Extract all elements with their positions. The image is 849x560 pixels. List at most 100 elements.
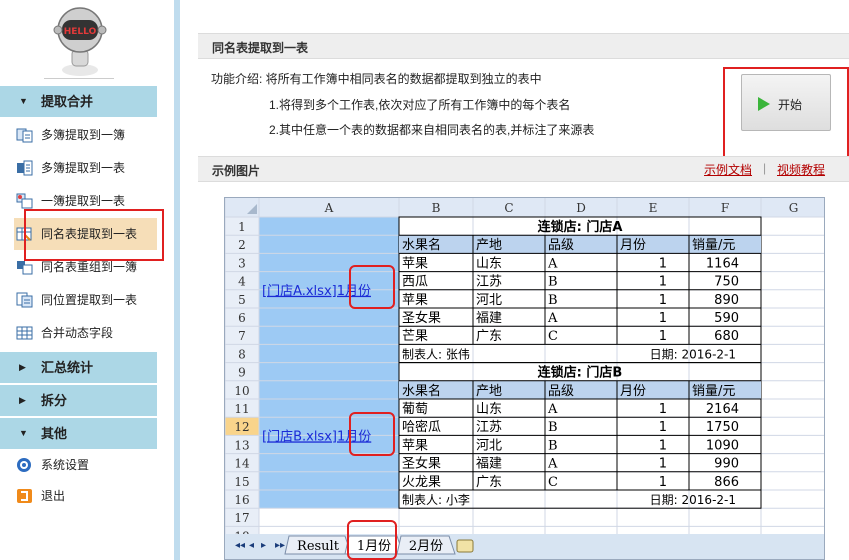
group-split[interactable]: ▶ 拆分 bbox=[0, 385, 157, 416]
table-cell: B bbox=[548, 438, 558, 453]
table-cell: 西瓜 bbox=[402, 275, 428, 290]
table-title: 连锁店: 门店A bbox=[538, 219, 623, 235]
row-number: 15 bbox=[234, 475, 249, 489]
page-title: 同名表提取到一表 bbox=[212, 41, 309, 55]
table-header-cell: 品级 bbox=[548, 384, 574, 399]
table-cell: 1090 bbox=[706, 438, 739, 453]
table-cell: 广东 bbox=[476, 475, 502, 490]
workbook-to-sheet-icon bbox=[16, 193, 33, 209]
sidebar-item-workbooks-to-workbook[interactable]: 多簿提取到一簿 bbox=[0, 119, 157, 151]
column-header: D bbox=[576, 201, 586, 215]
highlight-tab-jan bbox=[347, 520, 397, 560]
table-title: 连锁店: 门店B bbox=[538, 365, 623, 381]
table-cell: 2164 bbox=[706, 402, 739, 417]
column-header-bar bbox=[225, 198, 824, 217]
sidebar-item-same-position[interactable]: 同位置提取到一表 bbox=[0, 284, 157, 316]
chevron-right-icon: ▶ bbox=[19, 362, 26, 372]
row-number: 16 bbox=[234, 493, 249, 507]
table-footer-maker: 制表人: 小李 bbox=[402, 492, 470, 507]
row-number: 17 bbox=[234, 511, 249, 525]
example-spreadsheet-image: ABCDEFG123456789101112131415161718连锁店: 门… bbox=[224, 197, 825, 560]
row-number: 2 bbox=[238, 238, 246, 252]
row-number: 6 bbox=[238, 311, 246, 325]
sidebar-item-merge-fields[interactable]: 合并动态字段 bbox=[0, 317, 157, 349]
column-header: B bbox=[432, 201, 441, 215]
sidebar-item-label: 同位置提取到一表 bbox=[41, 293, 138, 307]
table-cell: A bbox=[547, 311, 558, 326]
table-footer-maker: 制表人: 张伟 bbox=[402, 347, 470, 361]
row-number: 8 bbox=[238, 347, 246, 361]
table-cell: C bbox=[548, 329, 558, 344]
table-cell: 葡萄 bbox=[402, 402, 428, 417]
table-cell: 1 bbox=[659, 402, 667, 417]
table-header-cell: 销量/元 bbox=[692, 238, 735, 253]
sidebar-item-workbooks-to-sheet[interactable]: 多簿提取到一表 bbox=[0, 152, 157, 184]
chevron-down-icon: ▼ bbox=[19, 96, 28, 106]
group-label: 拆分 bbox=[41, 393, 68, 408]
table-footer-date: 日期: 2016-2-1 bbox=[650, 347, 736, 361]
intro-text: 功能介绍: 将所有工作簿中相同表名的数据都提取到独立的表中 bbox=[211, 72, 542, 86]
row-number: 10 bbox=[234, 384, 249, 398]
table-cell: 圣女果 bbox=[402, 310, 441, 326]
row-number: 3 bbox=[238, 256, 246, 270]
table-cell: A bbox=[547, 402, 558, 417]
page-header: 同名表提取到一表 bbox=[198, 33, 849, 59]
highlight-start-button bbox=[723, 67, 849, 169]
row-number: 1 bbox=[238, 220, 246, 234]
table-cell: C bbox=[548, 475, 558, 490]
intro-point-2: 2.其中任意一个表的数据都来自相同表名的表,并标注了来源表 bbox=[269, 123, 595, 137]
table-cell: A bbox=[547, 256, 558, 271]
table-cell: 苹果 bbox=[402, 293, 428, 308]
sidebar-item-label: 退出 bbox=[41, 489, 66, 503]
table-cell: 1 bbox=[659, 475, 667, 490]
table-cell: B bbox=[548, 293, 558, 308]
table-footer-date: 日期: 2016-2-1 bbox=[650, 493, 736, 507]
sidebar-item-label: 系统设置 bbox=[41, 458, 90, 472]
table-cell: 1 bbox=[659, 329, 667, 344]
table-cell: 河北 bbox=[476, 438, 502, 453]
table-header-cell: 月份 bbox=[620, 238, 646, 253]
sidebar-item-label: 多簿提取到一表 bbox=[41, 161, 126, 175]
link-separator: | bbox=[763, 161, 767, 175]
group-extract-merge[interactable]: ▼ 提取合并 bbox=[0, 86, 157, 117]
add-sheet-icon bbox=[456, 539, 474, 553]
table-cell: 苹果 bbox=[402, 256, 428, 271]
group-summary-stats[interactable]: ▶ 汇总统计 bbox=[0, 352, 157, 383]
table-cell: 1164 bbox=[706, 256, 739, 271]
sidebar: HELLO ▼ 提取合并 多簿提取到一簿 多簿提取到一表 一簿提取到一表 同名表… bbox=[0, 0, 160, 560]
example-doc-link[interactable]: 示例文档 bbox=[704, 161, 752, 178]
table-cell: 590 bbox=[714, 311, 739, 326]
group-label: 提取合并 bbox=[41, 94, 94, 109]
table-cell: 广东 bbox=[476, 329, 502, 344]
group-other[interactable]: ▼ 其他 bbox=[0, 418, 157, 449]
table-cell: 1 bbox=[659, 256, 667, 271]
column-header: E bbox=[649, 201, 658, 215]
sidebar-item-label: 多簿提取到一簿 bbox=[41, 128, 126, 142]
table-cell: 1750 bbox=[706, 420, 739, 435]
table-header-cell: 品级 bbox=[548, 238, 574, 253]
column-header: F bbox=[721, 201, 729, 215]
table-cell: 1 bbox=[659, 275, 667, 290]
table-cell: 山东 bbox=[476, 402, 502, 417]
table-cell: 1 bbox=[659, 293, 667, 308]
table-cell: 江苏 bbox=[476, 419, 502, 435]
row-number: 13 bbox=[234, 438, 249, 452]
sidebar-item-settings[interactable]: 系统设置 bbox=[0, 449, 157, 481]
video-tutorial-link[interactable]: 视频教程 bbox=[777, 161, 825, 178]
merge-fields-icon bbox=[16, 326, 33, 340]
sheet-nav-icon: ◂ bbox=[249, 540, 254, 551]
row-number: 4 bbox=[238, 275, 246, 289]
sheet-tab-label: 2月份 bbox=[409, 539, 443, 554]
table-cell: 火龙果 bbox=[402, 475, 441, 490]
sheet-tabs: ◂◂ ◂ ▸ ▸▸ Result 1月份 2月份 bbox=[235, 535, 474, 555]
table-cell: 680 bbox=[714, 329, 739, 344]
table-cell: 990 bbox=[714, 457, 739, 472]
sheet-nav-icon: ▸ bbox=[261, 540, 266, 551]
row-number: 9 bbox=[238, 366, 246, 380]
row-number: 12 bbox=[234, 420, 249, 434]
sidebar-item-exit[interactable]: 退出 bbox=[0, 480, 157, 512]
example-title: 示例图片 bbox=[212, 164, 261, 178]
table-cell: B bbox=[548, 420, 558, 435]
table-header-cell: 月份 bbox=[620, 384, 646, 399]
table-cell: 哈密瓜 bbox=[402, 419, 441, 435]
